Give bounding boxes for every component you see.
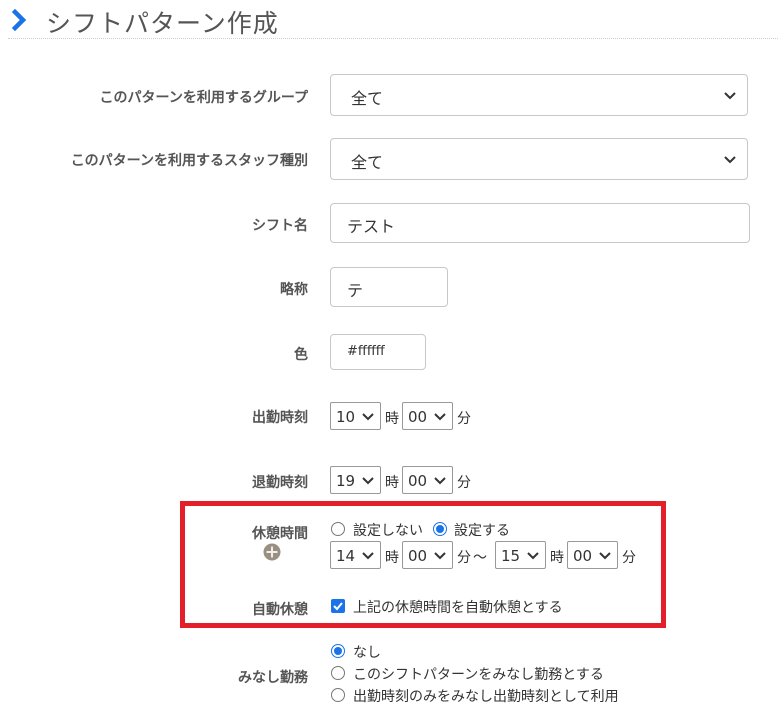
deemed-option-none-label[interactable]: なし: [353, 642, 381, 662]
start-hour-value: 10: [336, 408, 356, 426]
group-select-value: 全て: [351, 89, 384, 108]
staff-type-label: このパターンを利用するスタッフ種別: [70, 153, 308, 169]
chevron-down-icon: [362, 477, 374, 485]
abbrev-value: テ: [347, 281, 364, 300]
end-hour-value: 19: [336, 472, 356, 490]
break-to-hour-unit: 時: [550, 550, 564, 566]
chevron-down-icon: [724, 156, 736, 164]
abbrev-input[interactable]: テ: [330, 267, 448, 307]
break-to-minute-select[interactable]: 00: [567, 541, 618, 569]
chevron-down-icon: [724, 92, 736, 100]
break-from-minute-value: 00: [408, 547, 428, 565]
auto-break-checkbox[interactable]: [331, 599, 345, 613]
deemed-work-label: みなし勤務: [238, 670, 308, 686]
start-hour-unit: 時: [385, 411, 399, 427]
group-label: このパターンを利用するグループ: [99, 90, 308, 106]
shift-name-input[interactable]: テスト: [330, 203, 750, 243]
chevron-down-icon: [434, 413, 446, 421]
deemed-option-pattern-label[interactable]: このシフトパターンをみなし勤務とする: [353, 664, 604, 684]
chevron-down-icon: [434, 552, 446, 560]
start-hour-select[interactable]: 10: [330, 402, 381, 430]
chevron-down-icon: [434, 477, 446, 485]
break-set-radio[interactable]: [433, 522, 447, 536]
break-from-minute-select[interactable]: 00: [402, 541, 453, 569]
shift-name-label: シフト名: [252, 218, 308, 234]
deemed-option-pattern-radio[interactable]: [331, 666, 345, 680]
start-time-label: 出勤時刻: [252, 410, 308, 426]
group-select[interactable]: 全て: [330, 74, 748, 116]
break-from-hour-select[interactable]: 14: [330, 541, 381, 569]
break-range-separator: 〜: [473, 550, 487, 566]
abbrev-label: 略称: [280, 282, 308, 298]
break-to-hour-select[interactable]: 15: [495, 541, 546, 569]
shift-name-value: テスト: [347, 217, 396, 236]
break-from-minute-unit: 分: [457, 550, 471, 566]
end-time-label: 退勤時刻: [252, 475, 308, 491]
auto-break-checkbox-label[interactable]: 上記の休憩時間を自動休憩とする: [353, 597, 563, 617]
deemed-option-none-radio[interactable]: [331, 644, 345, 658]
break-from-hour-value: 14: [336, 547, 356, 565]
page-title: シフトパターン作成: [46, 9, 279, 38]
color-label: 色: [294, 347, 308, 363]
break-set-label[interactable]: 設定する: [454, 520, 510, 540]
end-minute-value: 00: [408, 472, 428, 490]
header-divider: [8, 38, 778, 39]
break-none-label[interactable]: 設定しない: [353, 520, 423, 540]
break-to-hour-value: 15: [501, 547, 521, 565]
page-header: シフトパターン作成: [0, 0, 778, 40]
start-minute-unit: 分: [457, 411, 471, 427]
deemed-option-start-label[interactable]: 出勤時刻のみをみなし出勤時刻として利用: [353, 686, 619, 706]
auto-break-label: 自動休憩: [252, 602, 308, 618]
chevron-right-icon: [11, 9, 27, 31]
chevron-down-icon: [599, 552, 611, 560]
break-to-minute-unit: 分: [622, 550, 636, 566]
break-time-label: 休憩時間: [252, 526, 308, 542]
end-minute-select[interactable]: 00: [402, 466, 453, 494]
checkmark-icon: [333, 602, 343, 611]
chevron-down-icon: [527, 552, 539, 560]
end-hour-unit: 時: [385, 475, 399, 491]
break-none-radio[interactable]: [331, 522, 345, 536]
break-from-hour-unit: 時: [385, 550, 399, 566]
end-minute-unit: 分: [457, 475, 471, 491]
start-minute-select[interactable]: 00: [402, 402, 453, 430]
add-break-icon[interactable]: [263, 543, 281, 561]
deemed-option-start-radio[interactable]: [331, 688, 345, 702]
staff-type-select[interactable]: 全て: [330, 138, 748, 180]
color-value: #ffffff: [347, 344, 385, 359]
start-minute-value: 00: [408, 408, 428, 426]
break-to-minute-value: 00: [573, 547, 593, 565]
chevron-down-icon: [362, 413, 374, 421]
end-hour-select[interactable]: 19: [330, 466, 381, 494]
chevron-down-icon: [362, 552, 374, 560]
color-input[interactable]: #ffffff: [330, 334, 426, 370]
staff-type-select-value: 全て: [351, 153, 384, 172]
